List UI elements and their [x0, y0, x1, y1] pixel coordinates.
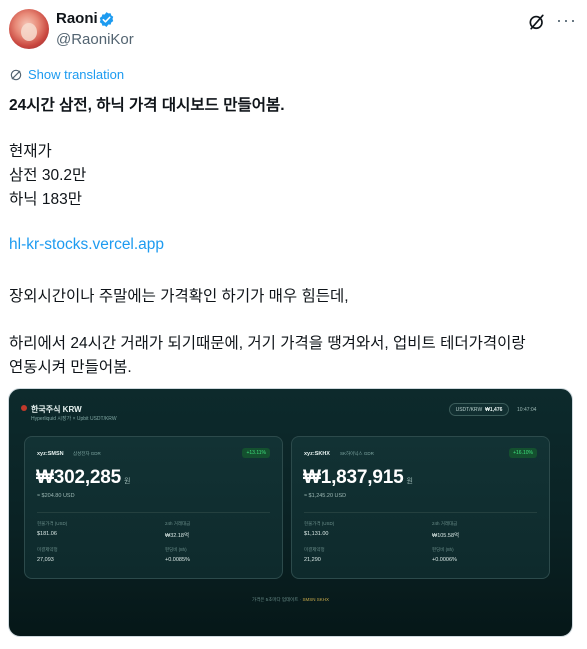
- change-badge: +13.11%: [242, 448, 270, 458]
- author-handle[interactable]: @RaoniKor: [56, 31, 134, 48]
- card-ticker: xyz:SKHX: [304, 451, 330, 457]
- exchange-rate-pill: USDT/KRW ₩1,476: [449, 403, 509, 416]
- tweet-para-2-line-2: 연동시켜 만들어봄.: [9, 359, 132, 376]
- rate-value: ₩1,476: [485, 406, 503, 413]
- show-translation-label: Show translation: [28, 67, 125, 82]
- tweet-media-image[interactable]: 한국주식 KRW Hyperliquid 시장가 × Upbit USDT/KR…: [8, 388, 573, 637]
- dashboard-subtitle: Hyperliquid 시장가 × Upbit USDT/KRW: [31, 416, 117, 422]
- tweet-headline: 24시간 삼전, 하닉 가격 대시보드 만들어봄.: [9, 97, 285, 114]
- dashboard-title: 한국주식 KRW: [31, 405, 82, 414]
- price-unit: 원: [124, 478, 131, 485]
- card-price: ₩1,837,915 원: [303, 467, 413, 489]
- tweet-link[interactable]: hl-kr-stocks.vercel.app: [9, 236, 164, 254]
- price-value: ₩1,837,915: [303, 467, 404, 488]
- card-name: 삼성전자 GDR: [73, 451, 101, 456]
- card-usd: ≈ $1,245.20 USD: [304, 493, 347, 499]
- tweet-line-samsung: 삼전 30.2만: [9, 167, 87, 184]
- stat-value: ₩32.18억: [165, 533, 190, 539]
- card-usd: ≈ $204.80 USD: [37, 493, 75, 499]
- stat-value: 21,290: [304, 557, 321, 563]
- translate-icon: [10, 69, 22, 80]
- stat-label: 24h 거래대금: [165, 521, 191, 526]
- dashboard-logo-icon: [21, 405, 27, 411]
- stat-value: ₩105.58억: [432, 533, 460, 539]
- verified-badge-icon: [99, 12, 114, 27]
- tweet-line-hynix: 하닉 183만: [9, 191, 82, 208]
- stat-label: 현물가격 (USD): [304, 521, 335, 526]
- footnote-ticker-2: SKHX: [316, 597, 329, 602]
- stock-card-skhx: xyz:SKHX SK하이닉스 GDR +16.10% ₩1,837,915 원 …: [291, 436, 550, 579]
- stat-label: 현물가격 (USD): [37, 521, 68, 526]
- rate-label: USDT/KRW: [455, 406, 483, 413]
- change-badge: +16.10%: [509, 448, 537, 458]
- dashboard-footnote: 가격은 5초마다 업데이트 · SMSN SKHX: [9, 597, 572, 603]
- stat-label: 24h 거래대금: [432, 521, 458, 526]
- card-name: SK하이닉스 GDR: [340, 451, 374, 456]
- show-translation-link[interactable]: Show translation: [9, 67, 124, 82]
- stat-label: 펀딩비 (8h): [432, 547, 454, 552]
- grok-icon[interactable]: [527, 12, 547, 32]
- price-unit: 원: [406, 478, 413, 485]
- stat-value: 27,093: [37, 557, 54, 563]
- stat-label: 미결제약정: [37, 547, 58, 552]
- stat-value: +0.0006%: [432, 557, 457, 563]
- footnote-prefix: 가격은 5초마다 업데이트 ·: [252, 597, 302, 602]
- avatar[interactable]: [9, 9, 49, 49]
- footnote-ticker-1: SMSN: [302, 597, 316, 602]
- tweet-line-current: 현재가: [9, 143, 52, 160]
- tweet-para-1: 장외시간이나 주말에는 가격확인 하기가 매우 힘든데,: [9, 288, 349, 305]
- card-ticker: xyz:SMSN: [37, 451, 64, 457]
- dashboard-clock: 10:47:04: [517, 407, 537, 413]
- author-display-name[interactable]: Raoni: [56, 10, 98, 27]
- stat-value: $1,131.00: [304, 531, 329, 537]
- tweet-para-2-line-1: 하리에서 24시간 거래가 되기때문에, 거기 가격을 땡겨와서, 업비트 테더…: [9, 335, 526, 352]
- card-divider: [37, 512, 270, 513]
- price-value: ₩302,285: [36, 467, 122, 488]
- card-divider: [304, 512, 537, 513]
- stat-label: 미결제약정: [304, 547, 325, 552]
- more-icon[interactable]: ···: [556, 10, 577, 31]
- stat-label: 펀딩비 (8h): [165, 547, 187, 552]
- card-price: ₩302,285 원: [36, 467, 130, 489]
- stat-value: $181.06: [37, 531, 57, 537]
- stock-card-smsn: xyz:SMSN 삼성전자 GDR +13.11% ₩302,285 원 ≈ $2…: [24, 436, 283, 579]
- stat-value: +0.0085%: [165, 557, 190, 563]
